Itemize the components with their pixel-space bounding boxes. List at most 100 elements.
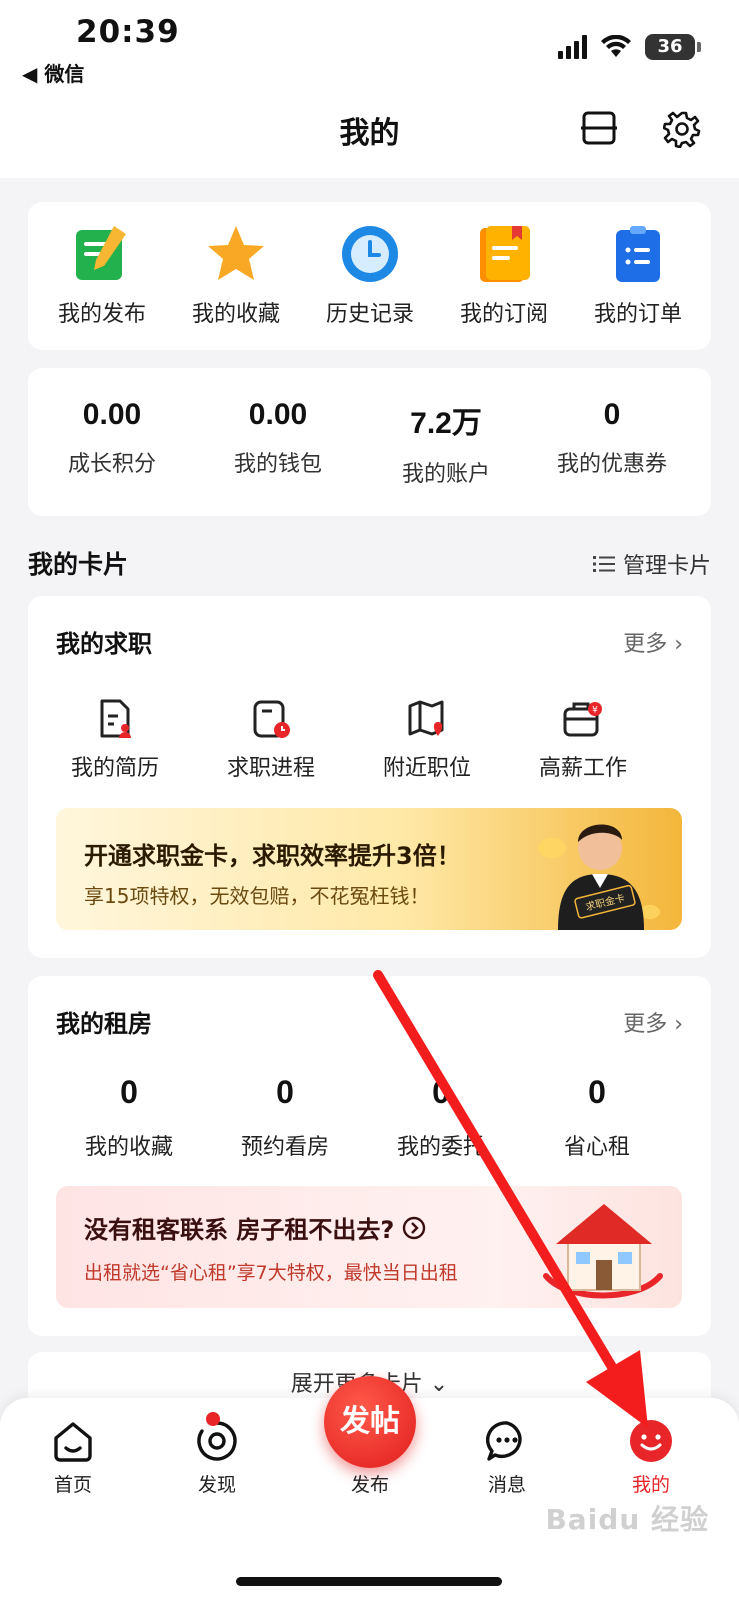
stat-label: 成长积分 [67, 452, 156, 477]
svg-text:¥: ¥ [592, 706, 598, 716]
job-item-resume[interactable]: 我的简历 [40, 698, 190, 782]
rent-item-entrusted[interactable]: 0 我的委托 [366, 1074, 516, 1161]
wifi-icon [601, 35, 631, 57]
rent-promo-banner[interactable]: 没有租客联系 房子租不出去? 出租就选“省心租”享7大特权，最快当日出租 [56, 1186, 682, 1308]
rent-item-worry-free[interactable]: 0 省心租 [522, 1074, 672, 1161]
stat-account[interactable]: 7.2万 我的账户 [366, 398, 526, 488]
publish-label: 发布 [350, 1474, 389, 1496]
quick-history[interactable]: 历史记录 [310, 222, 430, 328]
stat-value: 0 [603, 398, 621, 431]
manage-cards-link[interactable]: 管理卡片 [592, 548, 711, 580]
quick-actions-card: 我的发布 我的收藏 历史记录 我的订阅 我的订单 [28, 202, 711, 350]
signal-icon [558, 35, 587, 59]
page-header: 我的 [0, 90, 739, 178]
scan-icon[interactable] [581, 110, 617, 146]
map-pin-icon [408, 700, 444, 736]
gear-icon[interactable] [663, 110, 701, 148]
stat-coupons[interactable]: 0 我的优惠券 [532, 398, 692, 478]
back-to-wechat-link[interactable]: ◀ 微信 [22, 58, 84, 87]
discover-icon [197, 1421, 237, 1461]
publish-post-button[interactable]: 发帖 [324, 1376, 416, 1468]
rent-banner-subtitle: 出租就选“省心租”享7大特权，最快当日出租 [84, 1262, 458, 1284]
rent-card: 我的租房 更多 › 0 我的收藏 0 预约看房 0 我的委托 0 省心租 没有租… [28, 976, 711, 1336]
quick-label: 历史记录 [325, 302, 414, 327]
stat-wallet[interactable]: 0.00 我的钱包 [198, 398, 358, 478]
job-card-title: 我的求职 [56, 630, 152, 658]
tab-label: 发现 [197, 1474, 236, 1496]
job-card: 我的求职 更多 › 我的简历 求职进程 附近职位 ¥ 高薪工作 开通求职金卡，求… [28, 596, 711, 958]
manage-cards-label: 管理卡片 [622, 554, 711, 579]
page-title: 我的 [339, 116, 400, 151]
tab-profile[interactable]: 我的 [596, 1418, 706, 1497]
job-label: 高薪工作 [538, 756, 627, 781]
tab-discover[interactable]: 发现 [162, 1412, 272, 1497]
job-item-nearby[interactable]: 附近职位 [352, 698, 502, 782]
stat-label: 我的钱包 [233, 452, 322, 477]
job-item-high-salary[interactable]: ¥ 高薪工作 [508, 698, 658, 782]
job-more-link[interactable]: 更多 › [623, 626, 683, 658]
message-icon [486, 1421, 522, 1461]
rent-value: 0 [120, 1074, 138, 1110]
order-list-icon [616, 226, 660, 282]
stat-label: 我的账户 [401, 462, 490, 487]
rent-item-favorites[interactable]: 0 我的收藏 [54, 1074, 204, 1161]
tab-home[interactable]: 首页 [18, 1418, 128, 1497]
rent-item-viewing[interactable]: 0 预约看房 [210, 1074, 360, 1161]
resume-icon [100, 699, 131, 738]
section-title-my-cards: 我的卡片 [28, 550, 129, 579]
quick-my-favorites[interactable]: 我的收藏 [176, 222, 296, 328]
stat-value: 7.2万 [410, 407, 482, 440]
rent-value: 0 [432, 1074, 450, 1110]
battery-indicator: 36 [645, 34, 701, 60]
quick-my-posts[interactable]: 我的发布 [42, 222, 162, 328]
house-illustration [543, 1204, 663, 1299]
rent-more-link[interactable]: 更多 › [623, 1006, 683, 1038]
quick-label: 我的订单 [593, 302, 682, 327]
tab-messages[interactable]: 消息 [452, 1418, 562, 1497]
quick-label: 我的收藏 [191, 302, 280, 327]
job-item-progress[interactable]: 求职进程 [196, 698, 346, 782]
baidu-watermark: Baidu 经验 [545, 1503, 709, 1536]
rent-label: 我的收藏 [84, 1135, 173, 1160]
list-icon [592, 556, 615, 572]
star-icon [208, 226, 264, 280]
briefcase-icon: ¥ [563, 702, 602, 737]
tab-label: 消息 [487, 1474, 526, 1496]
notification-dot [206, 1412, 220, 1426]
gold-banner-subtitle: 享15项特权，无效包赔，不花冤枉钱！ [84, 884, 430, 908]
job-progress-icon [253, 700, 290, 738]
stat-label: 我的优惠券 [556, 452, 667, 477]
stat-growth-points[interactable]: 0.00 成长积分 [32, 398, 192, 478]
circle-arrow-icon [403, 1216, 426, 1239]
status-icons: 36 [558, 34, 701, 60]
job-gold-card-banner[interactable]: 开通求职金卡，求职效率提升3倍！ 享15项特权，无效包赔，不花冤枉钱！ 求职金卡 [56, 808, 682, 930]
rent-value: 0 [276, 1074, 294, 1110]
job-label: 我的简历 [70, 756, 159, 781]
profile-icon [630, 1420, 672, 1462]
quick-orders[interactable]: 我的订单 [578, 222, 698, 328]
subscription-icon [480, 226, 530, 282]
rent-label: 省心租 [563, 1135, 630, 1160]
clock-icon [342, 226, 398, 282]
rent-banner-title-text: 没有租客联系 房子租不出去? [84, 1216, 395, 1244]
status-bar: 20:39 ◀ 微信 36 [0, 0, 739, 90]
home-indicator [236, 1577, 502, 1586]
edit-document-icon [76, 226, 126, 280]
rent-label: 我的委托 [396, 1135, 485, 1160]
tab-label: 首页 [53, 1474, 92, 1496]
home-icon [54, 1422, 92, 1462]
rent-card-title: 我的租房 [56, 1010, 152, 1038]
gold-banner-title: 开通求职金卡，求职效率提升3倍！ [84, 842, 461, 870]
tab-label: 我的 [631, 1474, 670, 1496]
rent-banner-title: 没有租客联系 房子租不出去? [84, 1210, 426, 1245]
job-label: 附近职位 [382, 756, 471, 781]
job-label: 求职进程 [226, 756, 315, 781]
stat-value: 0.00 [248, 398, 308, 431]
quick-label: 我的发布 [57, 302, 146, 327]
businessman-illustration: 求职金卡 [538, 824, 660, 930]
rent-label: 预约看房 [240, 1135, 329, 1160]
rent-value: 0 [588, 1074, 606, 1110]
quick-label: 我的订阅 [459, 302, 548, 327]
quick-subscriptions[interactable]: 我的订阅 [444, 222, 564, 328]
status-time: 20:39 [76, 14, 180, 50]
